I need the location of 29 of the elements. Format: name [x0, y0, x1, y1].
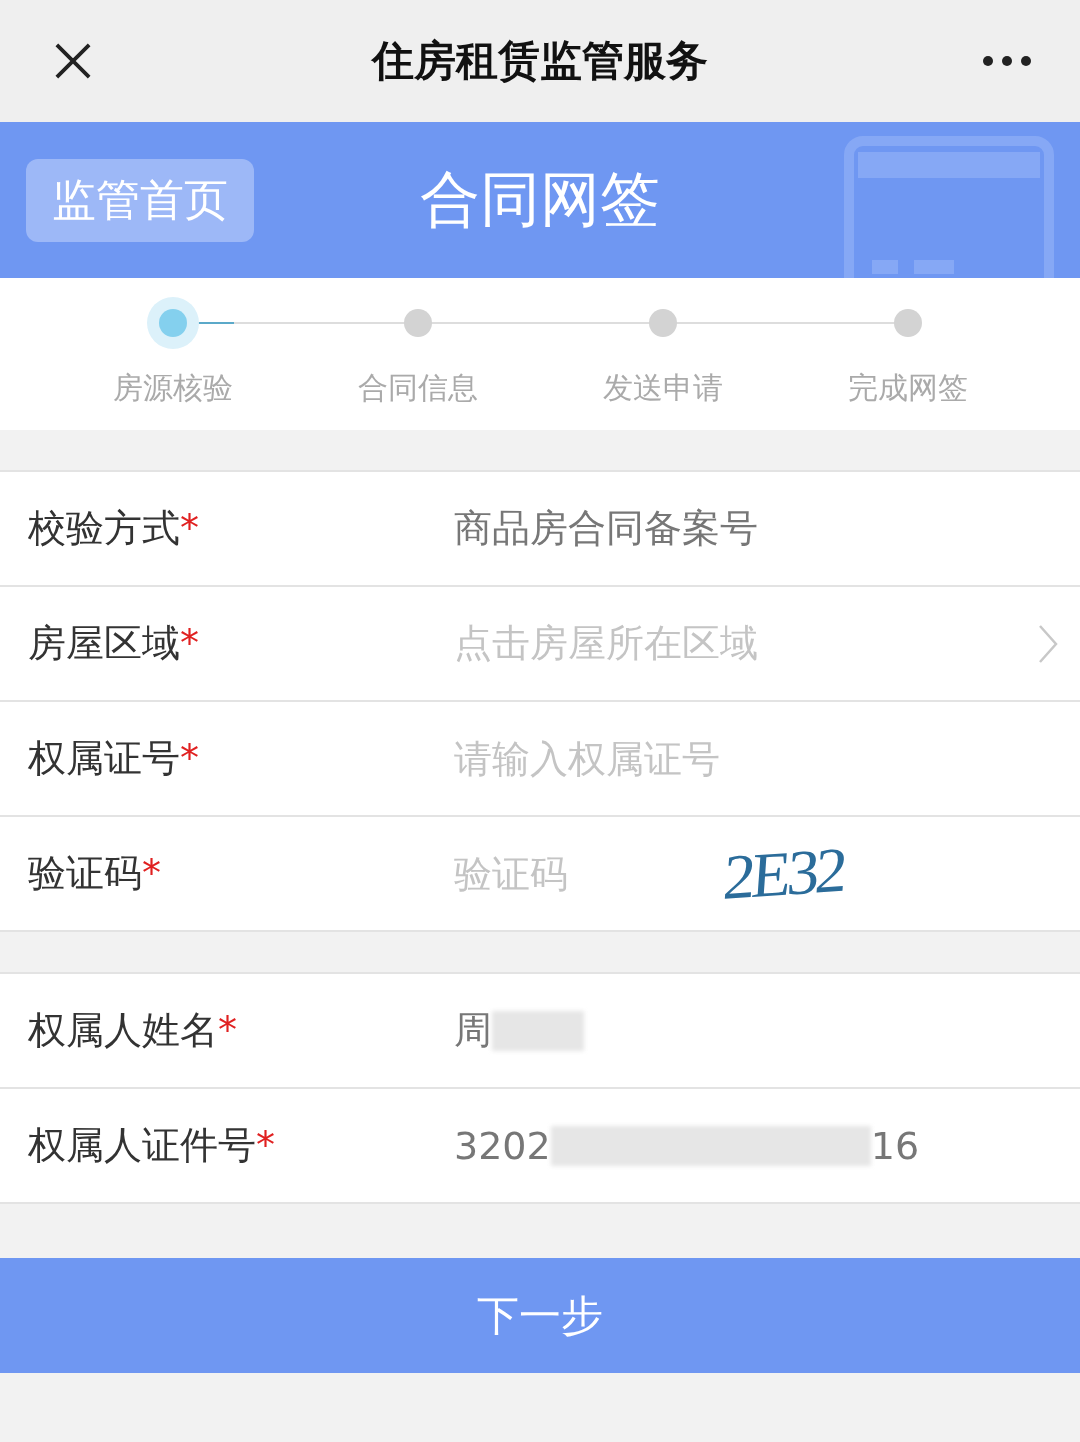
more-icon[interactable]	[982, 55, 1032, 67]
field-label: 校验方式	[28, 506, 180, 550]
step-label: 发送申请	[602, 369, 723, 407]
required-mark: *	[142, 851, 161, 895]
header-title: 合同网签	[420, 162, 660, 236]
close-icon[interactable]	[54, 42, 92, 80]
home-button[interactable]: 监管首页	[26, 158, 254, 242]
required-mark: *	[218, 1008, 237, 1052]
step-label: 完成网签	[847, 369, 968, 407]
field-label: 权属人证件号	[28, 1123, 256, 1167]
field-label: 权属人姓名	[28, 1008, 218, 1052]
required-mark: *	[256, 1123, 275, 1167]
required-mark: *	[180, 506, 199, 550]
region-select[interactable]: 点击房屋所在区域	[454, 618, 1038, 669]
field-label: 验证码	[28, 851, 142, 895]
step-label: 合同信息	[357, 369, 478, 407]
field-value[interactable]: 商品房合同备案号	[454, 503, 758, 554]
required-mark: *	[180, 621, 199, 665]
field-label: 权属证号	[28, 736, 180, 780]
next-button[interactable]: 下一步	[0, 1258, 1080, 1373]
required-mark: *	[180, 736, 199, 780]
step-label: 房源核验	[112, 369, 233, 407]
captcha-image[interactable]: 2E32	[720, 832, 847, 915]
document-icon	[844, 136, 1054, 278]
field-value: 3202	[454, 1123, 551, 1168]
page-title: 住房租赁监管服务	[372, 35, 708, 87]
field-value: 16	[870, 1123, 920, 1168]
field-label: 房屋区域	[28, 621, 180, 665]
field-value: 周	[454, 1007, 492, 1054]
